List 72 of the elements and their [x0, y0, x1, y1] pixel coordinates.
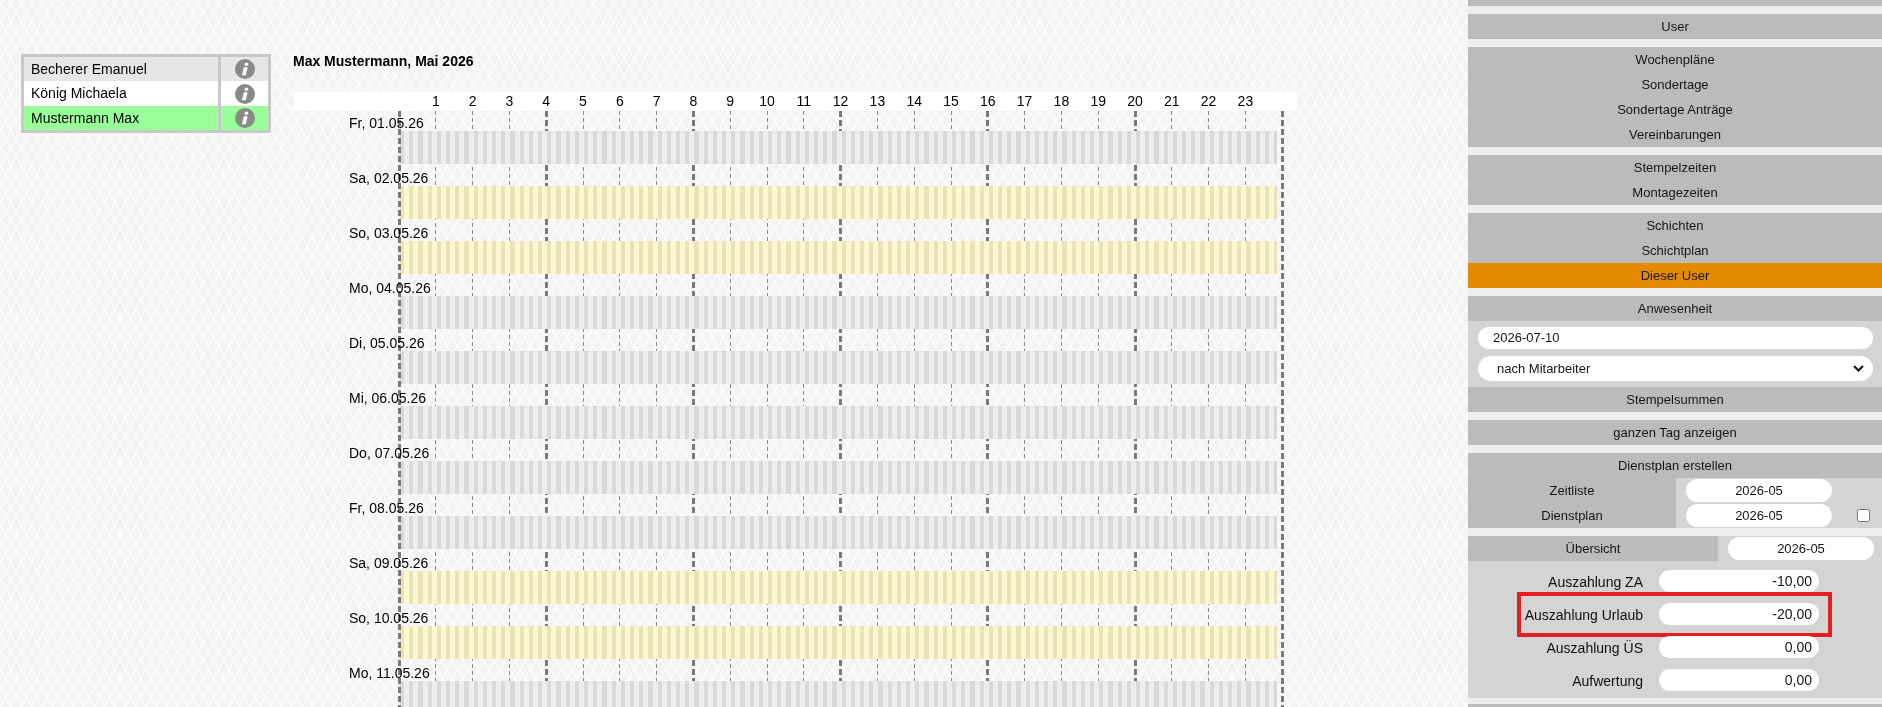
hour-label: 19 [1090, 92, 1106, 111]
hour-label: 16 [980, 92, 996, 111]
overview-label: Übersicht [1468, 536, 1718, 561]
payout-label: Auszahlung Urlaub [1524, 606, 1643, 623]
payout-label: Aufwertung [1572, 672, 1643, 689]
hour-label: 13 [869, 92, 886, 111]
date-field[interactable]: 2026-07-10 [1478, 327, 1873, 349]
full-day-button[interactable]: ganzen Tag anzeigen [1468, 420, 1882, 445]
menu-item[interactable]: Sondertage Anträge [1468, 97, 1882, 122]
hour-label: 11 [796, 92, 812, 111]
checkbox[interactable] [1857, 509, 1870, 522]
section-header: Dienstplan erstellen [1468, 453, 1882, 478]
view-select[interactable]: nach Mitarbeiter [1478, 356, 1873, 381]
payout-label: Auszahlung ZA [1548, 573, 1643, 590]
hour-label: 6 [615, 92, 624, 111]
day-label: Sa, 02.05.26 [349, 169, 429, 186]
payout-field[interactable]: 0,00 [1659, 635, 1819, 658]
hour-label: 1 [431, 92, 440, 111]
day-label: So, 03.05.26 [349, 224, 429, 241]
day-label: Fr, 08.05.26 [349, 499, 424, 516]
section-header: Anwesenheit [1468, 296, 1882, 321]
field-label: Dienstplan [1468, 503, 1676, 528]
day-label: Do, 07.05.26 [349, 444, 430, 461]
hour-label: 14 [906, 92, 922, 111]
day-label: So, 10.05.26 [349, 609, 429, 626]
hour-label: 5 [579, 92, 587, 111]
hour-label: 9 [726, 92, 735, 111]
hour-label: 21 [1164, 92, 1180, 111]
hour-label: 7 [652, 92, 661, 111]
hour-label: 18 [1053, 92, 1070, 111]
hour-label: 8 [689, 92, 698, 111]
hour-label: 15 [943, 92, 959, 111]
month-field[interactable]: 2026-05 [1686, 479, 1832, 502]
menu-item[interactable]: User [1468, 14, 1882, 39]
day-label: Di, 05.05.26 [349, 334, 425, 351]
schedule-title: Max Mustermann, Mai 2026 [293, 52, 474, 70]
chevron-down-icon [1853, 365, 1864, 372]
hour-label: 2 [468, 92, 477, 111]
menu-item[interactable]: Dieser User [1468, 263, 1882, 288]
payout-field[interactable]: -20,00 [1659, 602, 1819, 625]
day-label: Mo, 04.05.26 [349, 279, 431, 296]
overview-field[interactable]: 2026-05 [1728, 537, 1874, 560]
hour-label: 20 [1127, 92, 1143, 111]
info-icon[interactable] [234, 107, 255, 128]
payout-field[interactable]: -10,00 [1659, 569, 1819, 592]
day-label: Sa, 09.05.26 [349, 554, 429, 571]
menu-item[interactable]: Vereinbarungen [1468, 122, 1882, 147]
day-label: Mo, 11.05.26 [349, 664, 430, 681]
payout-field[interactable]: 0,00 [1659, 668, 1819, 691]
employee-row[interactable]: Mustermann Max [24, 105, 268, 131]
payout-label: Auszahlung ÜS [1546, 639, 1643, 656]
employee-row[interactable]: Becherer Emanuel [24, 57, 268, 82]
hour-label: 10 [759, 92, 775, 111]
hour-label: 12 [832, 92, 849, 111]
sums-button[interactable]: Stempelsummen [1468, 387, 1882, 412]
info-icon[interactable] [234, 59, 255, 80]
month-field[interactable]: 2026-05 [1686, 504, 1832, 527]
hour-label: 22 [1200, 92, 1217, 111]
menu-item[interactable]: Sondertage [1468, 72, 1882, 97]
day-label: Mi, 06.05.26 [349, 389, 427, 406]
menu-item[interactable]: Schichten [1468, 213, 1882, 238]
hour-label: 3 [505, 92, 514, 111]
menu-item[interactable]: Schichtplan [1468, 238, 1882, 263]
menu-item[interactable]: Stempelzeiten [1468, 155, 1882, 180]
day-label: Fr, 01.05.26 [349, 114, 424, 131]
field-label: Zeitliste [1468, 478, 1676, 503]
menu-item[interactable]: Montagezeiten [1468, 180, 1882, 205]
hour-label: 23 [1237, 92, 1254, 111]
hour-label: 4 [542, 92, 551, 111]
hour-label: 17 [1016, 92, 1033, 111]
menu-item[interactable]: Wochenpläne [1468, 47, 1882, 72]
info-icon[interactable] [234, 83, 255, 104]
